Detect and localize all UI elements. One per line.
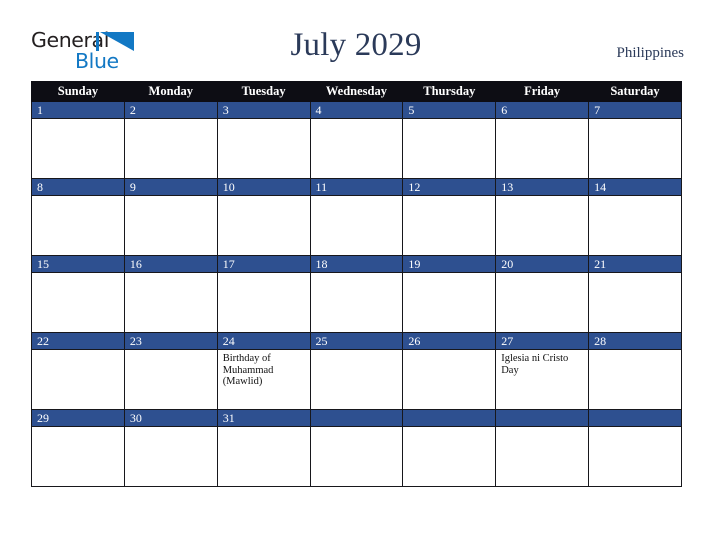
calendar-day-cell[interactable]: 17 xyxy=(216,255,311,333)
event-label: Birthday of Muhammad (Mawlid) xyxy=(222,353,274,387)
calendar-week-row: 29 30 31 xyxy=(31,409,682,487)
day-number: 17 xyxy=(217,256,310,273)
day-number: 3 xyxy=(217,102,310,119)
calendar-day-cell[interactable]: 20 xyxy=(495,255,590,333)
day-number: 23 xyxy=(124,333,217,350)
weekday-header-friday: Friday xyxy=(495,81,590,102)
day-number xyxy=(310,410,403,427)
calendar-week-row: 22 23 24 Birthday of Muhammad (Mawlid) 25 26 2… xyxy=(31,332,682,410)
calendar-day-cell[interactable]: 14 xyxy=(588,178,682,256)
day-number: 9 xyxy=(124,179,217,196)
country-label: Philippines xyxy=(616,45,684,61)
calendar-day-cell[interactable]: 8 xyxy=(31,178,125,256)
calendar-day-cell[interactable]: 10 xyxy=(216,178,311,256)
day-number: 8 xyxy=(32,179,124,196)
calendar-week-row: 1234567 xyxy=(31,101,682,179)
day-number: 31 xyxy=(217,410,310,427)
event-label: Iglesia ni Cristo Day xyxy=(501,353,569,376)
day-number: 26 xyxy=(403,333,496,350)
calendar-day-cell[interactable]: 25 xyxy=(309,332,404,410)
calendar-day-cell[interactable]: 3 xyxy=(216,101,311,179)
calendar-day-cell[interactable]: 21 xyxy=(588,255,682,333)
day-number: 10 xyxy=(217,179,310,196)
calendar-empty-cell xyxy=(588,409,682,487)
day-number: 16 xyxy=(124,256,217,273)
calendar-day-cell[interactable]: 7 xyxy=(588,101,682,179)
day-number: 21 xyxy=(589,256,681,273)
day-number: 2 xyxy=(124,102,217,119)
calendar-empty-cell xyxy=(495,409,590,487)
day-number: 15 xyxy=(32,256,124,273)
calendar-day-cell[interactable]: 6 xyxy=(495,101,590,179)
weekday-header-thursday: Thursday xyxy=(402,81,497,102)
day-events: Birthday of Muhammad (Mawlid) xyxy=(218,350,310,388)
calendar-day-cell[interactable]: 26 xyxy=(402,332,497,410)
calendar-day-cell[interactable]: 23 xyxy=(123,332,218,410)
calendar-day-cell[interactable]: 12 xyxy=(402,178,497,256)
day-number: 24 xyxy=(217,333,310,350)
calendar-day-cell[interactable]: 13 xyxy=(495,178,590,256)
day-number: 11 xyxy=(310,179,403,196)
calendar-empty-cell xyxy=(402,409,497,487)
calendar-day-cell[interactable]: 5 xyxy=(402,101,497,179)
day-number xyxy=(496,410,589,427)
day-number: 6 xyxy=(496,102,589,119)
day-number xyxy=(403,410,496,427)
calendar-day-cell[interactable]: 27 Iglesia ni Cristo Day xyxy=(495,332,590,410)
day-number: 13 xyxy=(496,179,589,196)
calendar-day-cell[interactable]: 9 xyxy=(123,178,218,256)
day-number: 7 xyxy=(589,102,681,119)
day-number: 14 xyxy=(589,179,681,196)
calendar-empty-cell xyxy=(309,409,404,487)
weekday-header-wednesday: Wednesday xyxy=(309,81,404,102)
day-number: 25 xyxy=(310,333,403,350)
weekday-header-sunday: Sunday xyxy=(31,81,125,102)
day-number: 29 xyxy=(32,410,124,427)
day-number: 22 xyxy=(32,333,124,350)
calendar-day-cell[interactable]: 22 xyxy=(31,332,125,410)
day-events: Iglesia ni Cristo Day xyxy=(496,350,588,376)
calendar-day-cell[interactable]: 4 xyxy=(309,101,404,179)
day-number: 20 xyxy=(496,256,589,273)
calendar-body: 1 2 3 4 5 6 7 8 9 10 11 12 13 14 15 16 17 18 19 20 21 22 23 24 B… xyxy=(31,101,682,487)
day-number: 18 xyxy=(310,256,403,273)
calendar-day-cell[interactable]: 19 xyxy=(402,255,497,333)
calendar-day-cell[interactable]: 11 xyxy=(309,178,404,256)
calendar-week-row: 15 16 17 18 19 20 21 xyxy=(31,255,682,333)
weekday-header-row: Sunday Monday Tuesday Wednesday Thursday… xyxy=(31,81,682,102)
calendar-day-cell[interactable]: 15 xyxy=(31,255,125,333)
calendar-grid: Sunday Monday Tuesday Wednesday Thursday… xyxy=(31,81,682,487)
day-number: 19 xyxy=(403,256,496,273)
page-header: General Blue July 2029 Philippines xyxy=(0,0,712,81)
weekday-header-tuesday: Tuesday xyxy=(216,81,311,102)
calendar-day-cell[interactable]: 1 xyxy=(31,101,125,179)
calendar-day-cell[interactable]: 29 xyxy=(31,409,125,487)
calendar-week-row: 8 9 10 11 12 13 14 xyxy=(31,178,682,256)
day-number: 12 xyxy=(403,179,496,196)
calendar-day-cell[interactable]: 18 xyxy=(309,255,404,333)
calendar-page: General Blue July 2029 Philippines Sunda… xyxy=(0,0,712,550)
calendar-day-cell[interactable]: 31 xyxy=(216,409,311,487)
day-number: 30 xyxy=(124,410,217,427)
weekday-header-saturday: Saturday xyxy=(588,81,682,102)
calendar-day-cell[interactable]: 16 xyxy=(123,255,218,333)
calendar-day-cell[interactable]: 24 Birthday of Muhammad (Mawlid) xyxy=(216,332,311,410)
calendar-day-cell[interactable]: 2 xyxy=(123,101,218,179)
day-number: 1 xyxy=(32,102,124,119)
day-number: 4 xyxy=(310,102,403,119)
calendar-day-cell[interactable]: 30 xyxy=(123,409,218,487)
day-number: 5 xyxy=(403,102,496,119)
day-number: 28 xyxy=(589,333,681,350)
page-title: July 2029 xyxy=(290,27,422,63)
calendar-day-cell[interactable]: 28 xyxy=(588,332,682,410)
day-number xyxy=(589,410,681,427)
day-number: 27 xyxy=(496,333,589,350)
weekday-header-monday: Monday xyxy=(123,81,218,102)
